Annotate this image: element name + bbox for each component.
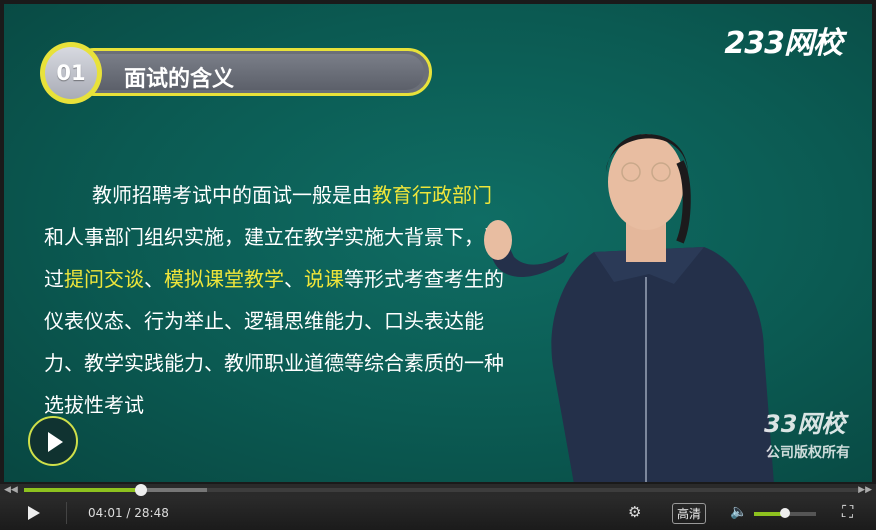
seek-back-icon[interactable]: ◀◀ [4,485,18,495]
time-display: 04:01 / 28:48 [88,506,169,520]
current-time: 04:01 [88,506,123,520]
seek-handle[interactable] [134,484,147,496]
time-separator: / [122,506,135,520]
paragraph-text: 教师招聘考试中的面试一般是由 [92,183,372,207]
highlighted-term: 说课 [304,267,344,291]
settings-gear-icon[interactable]: ⚙ [628,503,641,521]
seek-bar[interactable]: ◀◀ ▶▶ [0,484,876,496]
section-title: 面试的含义 [124,67,235,92]
video-frame[interactable]: 233网校 01 面试的含义 教师招聘考试中的面试一般是由教育行政部门和人事部门… [4,4,872,482]
volume-icon[interactable]: 🔈 [730,504,747,520]
played-fill [24,488,141,492]
play-pause-button[interactable] [28,506,40,520]
paragraph-text: 、 [284,267,304,291]
watermark-logo: 33网校 [764,410,846,438]
seek-track[interactable] [24,484,858,496]
paragraph-text: 、 [144,267,164,291]
seek-forward-icon[interactable]: ▶▶ [858,485,872,495]
section-number: 01 [45,47,97,99]
play-icon [48,432,63,452]
section-number-badge: 01 [40,42,102,104]
duration: 28:48 [134,506,169,520]
volume-handle[interactable] [780,508,790,518]
highlighted-term: 提问交谈 [64,267,144,291]
quality-button[interactable]: 高清 [672,503,707,524]
highlighted-term: 模拟课堂教学 [164,267,284,291]
presenter-figure [484,134,774,482]
section-header: 01 面试的含义 [40,42,436,108]
control-bar: 04:01 / 28:48 ⚙ 高清 🔈 ⛶ [0,496,876,530]
fullscreen-icon[interactable]: ⛶ [842,502,853,522]
video-player: 233网校 01 面试的含义 教师招聘考试中的面试一般是由教育行政部门和人事部门… [0,0,876,530]
definition-paragraph: 教师招聘考试中的面试一般是由教育行政部门和人事部门组织实施，建立在教学实施大背景… [44,174,504,426]
watermark-copyright: 公司版权所有 [766,445,850,461]
volume-slider[interactable] [754,508,816,518]
divider [66,502,67,524]
big-play-button[interactable] [28,416,78,466]
brand-logo: 233网校 [724,26,843,61]
